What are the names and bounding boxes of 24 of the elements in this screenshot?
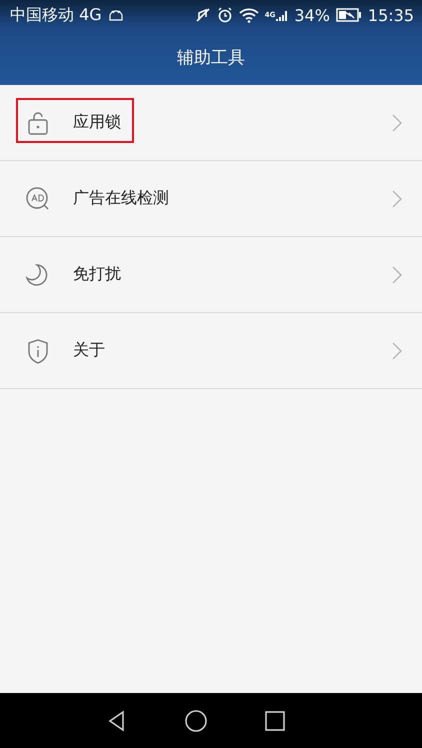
tool-list-item[interactable]: 免打扰 — [0, 237, 422, 313]
item-label: 广告在线检测 — [73, 188, 170, 209]
android-icon — [108, 9, 124, 21]
page-title: 辅助工具 — [177, 47, 245, 69]
tool-list-item[interactable]: 应用锁 — [0, 85, 422, 161]
chevron-right-icon — [392, 266, 402, 284]
item-label: 关于 — [73, 340, 106, 361]
carrier-text: 中国移动 4G — [10, 4, 102, 26]
clock-time: 15:35 — [368, 6, 414, 24]
chevron-right-icon — [392, 190, 402, 208]
chevron-right-icon — [392, 342, 402, 360]
recent-apps-icon[interactable] — [263, 708, 287, 732]
tool-list-item[interactable]: 广告在线检测 — [0, 161, 422, 237]
battery-percent: 34% — [294, 6, 330, 24]
home-icon[interactable] — [184, 708, 208, 732]
chevron-right-icon — [392, 114, 402, 132]
mute-icon — [194, 7, 211, 23]
item-label: 应用锁 — [73, 112, 122, 133]
item-label: 免打扰 — [73, 264, 122, 285]
ad-search-icon — [25, 186, 51, 212]
wifi-icon — [238, 7, 259, 23]
alarm-icon — [216, 7, 233, 23]
tool-list-item[interactable]: 关于 — [0, 313, 422, 389]
battery-charging-icon — [336, 8, 362, 22]
